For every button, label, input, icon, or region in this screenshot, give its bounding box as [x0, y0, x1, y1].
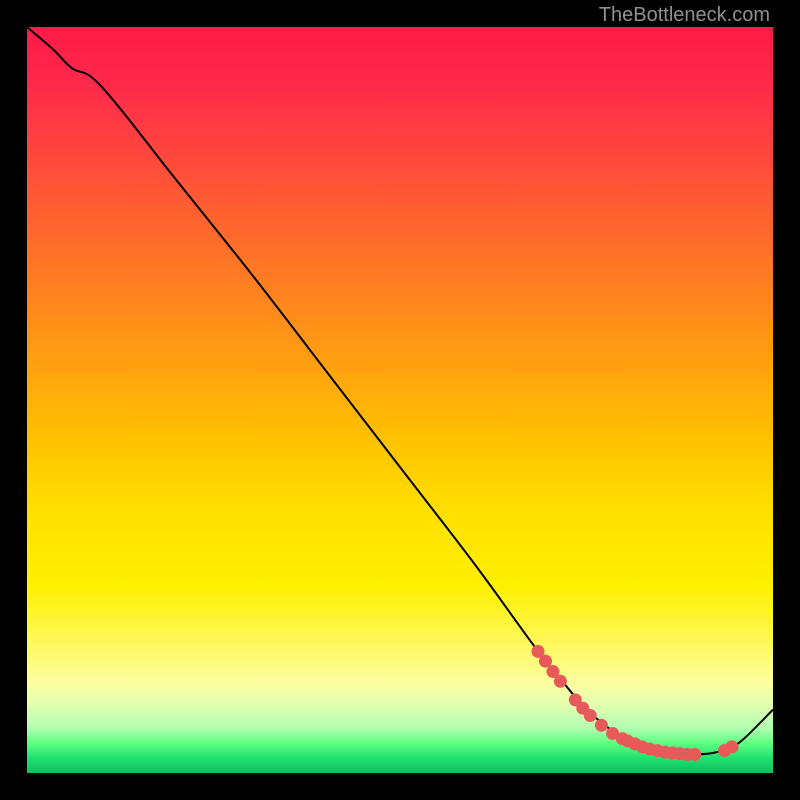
data-marker: [584, 709, 597, 722]
markers-group: [532, 645, 739, 761]
chart-svg: [27, 27, 773, 773]
data-marker: [554, 675, 567, 688]
watermark-text: TheBottleneck.com: [599, 4, 770, 27]
chart-container: { "watermark": "TheBottleneck.com", "cha…: [0, 0, 800, 800]
data-marker: [688, 748, 701, 761]
data-marker: [725, 740, 738, 753]
plot-area: [27, 27, 773, 773]
bottleneck-curve: [27, 27, 773, 755]
data-marker: [539, 655, 552, 668]
data-marker: [595, 719, 608, 732]
